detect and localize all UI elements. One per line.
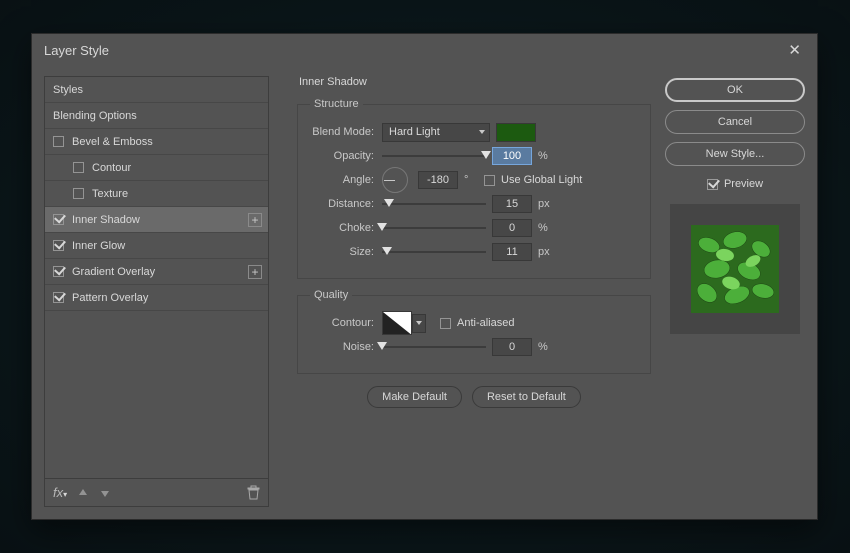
- panel-title: Inner Shadow: [299, 76, 651, 88]
- chevron-down-icon: [479, 130, 485, 134]
- noise-label: Noise:: [310, 341, 382, 353]
- dialog-title: Layer Style: [44, 43, 784, 58]
- checkbox-icon[interactable]: [53, 240, 64, 251]
- dialog-buttons: OK Cancel New Style... Preview: [665, 76, 805, 507]
- global-light-label: Use Global Light: [501, 174, 582, 186]
- global-light-checkbox[interactable]: [484, 175, 495, 186]
- preview-thumbnail: [691, 225, 779, 313]
- styles-sidebar: Styles Blending Options Bevel & Emboss C…: [44, 76, 269, 507]
- titlebar: Layer Style ✕: [32, 34, 817, 66]
- opacity-label: Opacity:: [310, 150, 382, 162]
- size-label: Size:: [310, 246, 382, 258]
- sidebar-item-blending-options[interactable]: Blending Options: [45, 103, 268, 129]
- noise-slider[interactable]: [382, 346, 486, 348]
- add-effect-icon[interactable]: +: [248, 213, 262, 227]
- arrow-up-icon[interactable]: [77, 487, 89, 499]
- chevron-down-icon: [416, 321, 422, 325]
- size-input[interactable]: [492, 243, 532, 261]
- opacity-input[interactable]: [492, 147, 532, 165]
- blend-mode-label: Blend Mode:: [310, 126, 382, 138]
- new-style-button[interactable]: New Style...: [665, 142, 805, 166]
- sidebar-item-gradient-overlay[interactable]: Gradient Overlay+: [45, 259, 268, 285]
- structure-group: Structure Blend Mode: Hard Light Opacity…: [297, 98, 651, 279]
- trash-icon[interactable]: [247, 485, 260, 500]
- arrow-down-icon[interactable]: [99, 487, 111, 499]
- contour-dropdown[interactable]: [412, 314, 426, 333]
- checkbox-icon[interactable]: [53, 266, 64, 277]
- checkbox-icon[interactable]: [73, 162, 84, 173]
- angle-label: Angle:: [310, 174, 382, 186]
- sidebar-item-styles[interactable]: Styles: [45, 77, 268, 103]
- angle-dial[interactable]: [382, 167, 408, 193]
- opacity-slider[interactable]: [382, 155, 486, 157]
- contour-label: Contour:: [310, 317, 382, 329]
- ok-button[interactable]: OK: [665, 78, 805, 102]
- make-default-button[interactable]: Make Default: [367, 386, 462, 408]
- noise-input[interactable]: [492, 338, 532, 356]
- checkbox-icon: [707, 179, 718, 190]
- close-icon[interactable]: ✕: [784, 39, 805, 61]
- angle-input[interactable]: [418, 171, 458, 189]
- antialiased-checkbox[interactable]: [440, 318, 451, 329]
- cancel-button[interactable]: Cancel: [665, 110, 805, 134]
- sidebar-item-texture[interactable]: Texture: [45, 181, 268, 207]
- choke-label: Choke:: [310, 222, 382, 234]
- shadow-color-swatch[interactable]: [496, 123, 536, 142]
- checkbox-icon[interactable]: [53, 136, 64, 147]
- checkbox-icon[interactable]: [53, 214, 64, 225]
- add-effect-icon[interactable]: +: [248, 265, 262, 279]
- size-slider[interactable]: [382, 251, 486, 253]
- preview-box: [670, 204, 800, 334]
- preview-toggle[interactable]: Preview: [665, 178, 805, 190]
- sidebar-item-contour[interactable]: Contour: [45, 155, 268, 181]
- sidebar-item-inner-glow[interactable]: Inner Glow: [45, 233, 268, 259]
- checkbox-icon[interactable]: [53, 292, 64, 303]
- blend-mode-select[interactable]: Hard Light: [382, 123, 490, 142]
- sidebar-item-bevel-emboss[interactable]: Bevel & Emboss: [45, 129, 268, 155]
- choke-input[interactable]: [492, 219, 532, 237]
- effect-settings-panel: Inner Shadow Structure Blend Mode: Hard …: [269, 76, 665, 507]
- reset-default-button[interactable]: Reset to Default: [472, 386, 581, 408]
- quality-group: Quality Contour: Anti-aliased Noise: %: [297, 289, 651, 374]
- distance-input[interactable]: [492, 195, 532, 213]
- checkbox-icon[interactable]: [73, 188, 84, 199]
- sidebar-item-pattern-overlay[interactable]: Pattern Overlay: [45, 285, 268, 311]
- choke-slider[interactable]: [382, 227, 486, 229]
- distance-label: Distance:: [310, 198, 382, 210]
- antialiased-label: Anti-aliased: [457, 317, 514, 329]
- layer-style-dialog: Layer Style ✕ Styles Blending Options Be…: [31, 33, 818, 520]
- contour-picker[interactable]: [382, 311, 412, 335]
- fx-icon[interactable]: fx▾: [53, 485, 67, 500]
- sidebar-item-inner-shadow[interactable]: Inner Shadow+: [45, 207, 268, 233]
- sidebar-footer: fx▾: [44, 479, 269, 507]
- distance-slider[interactable]: [382, 203, 486, 205]
